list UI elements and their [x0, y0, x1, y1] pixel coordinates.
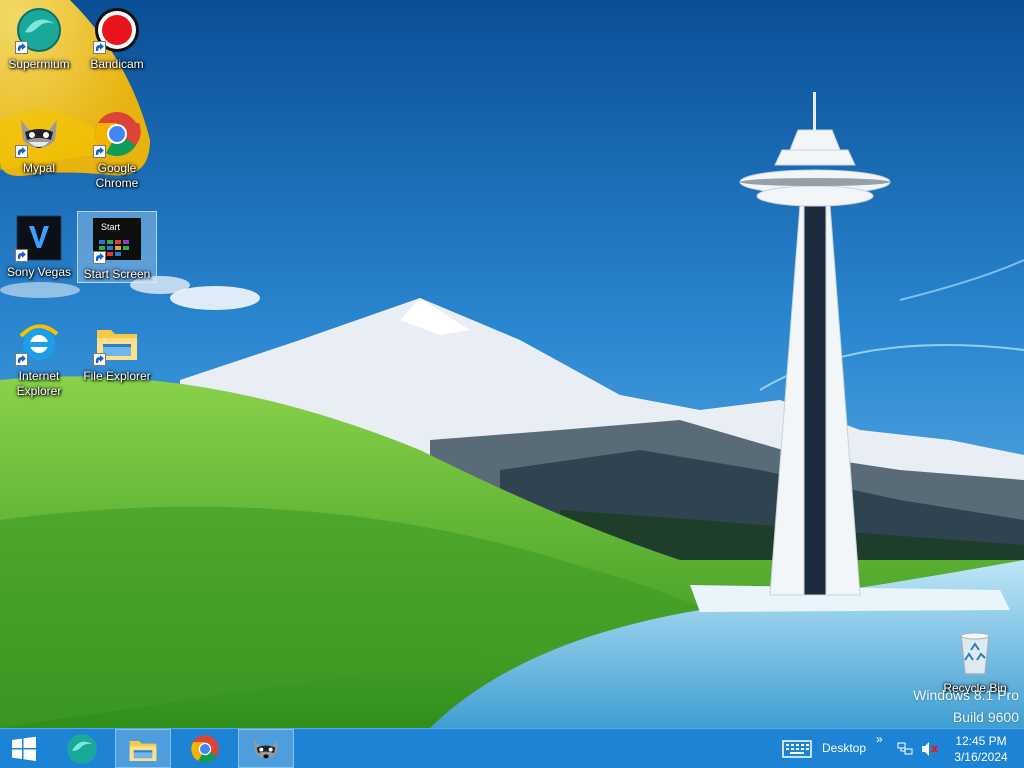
taskbar-clock[interactable]: 12:45 PM 3/16/2024 — [948, 733, 1014, 765]
desktop-icon-label: Bandicam — [90, 57, 144, 71]
desktop-toolbar-label[interactable]: Desktop — [822, 741, 866, 755]
file-explorer-icon — [93, 318, 141, 366]
taskbar: Desktop » 12:45 PM 3/16/2024 — [0, 728, 1024, 768]
windows-version-watermark: Windows 8.1 Pro Build 9600 — [913, 684, 1019, 728]
sony-vegas-icon — [15, 214, 63, 262]
desktop-icon-google-chrome[interactable]: Google Chrome — [78, 104, 156, 204]
shortcut-arrow-icon — [93, 251, 106, 264]
touch-keyboard-button[interactable] — [782, 739, 812, 759]
desktop-icon-label: File Explorer — [83, 369, 151, 383]
desktop-icon-label: Start Screen — [83, 267, 151, 281]
desktop-icon-start-screen[interactable]: Start Start Screen — [77, 211, 157, 283]
desktop-icon-label: Mypal — [22, 161, 55, 175]
start-button[interactable] — [0, 729, 48, 768]
chrome-icon — [93, 110, 141, 158]
file-explorer-icon — [129, 740, 157, 761]
toolbar-overflow-chevron[interactable]: » — [876, 732, 883, 746]
shortcut-arrow-icon — [93, 353, 106, 366]
desktop-icon-bandicam[interactable]: Bandicam — [78, 0, 156, 100]
chrome-icon — [191, 734, 219, 763]
watermark-edition: Windows 8.1 Pro — [913, 687, 1019, 703]
desktop-icon-label: Supermium — [8, 57, 70, 71]
start-screen-icon: Start — [93, 216, 141, 264]
supermium-icon — [15, 6, 63, 54]
desktop-icon-mypal[interactable]: Mypal — [0, 104, 78, 204]
desktop-icon-label: Sony Vegas — [6, 265, 72, 279]
desktop-icon-label: Google Chrome — [95, 161, 139, 190]
desktop-icon-internet-explorer[interactable]: Internet Explorer — [0, 312, 78, 412]
mypal-raccoon-icon — [15, 110, 63, 158]
shortcut-arrow-icon — [93, 145, 106, 158]
supermium-icon — [67, 733, 97, 764]
recycle-bin-icon — [951, 630, 999, 678]
taskbar-supermium[interactable] — [54, 729, 110, 768]
taskbar-mypal[interactable] — [238, 729, 294, 768]
windows-logo-icon — [12, 736, 36, 761]
volume-muted-icon — [922, 742, 938, 756]
shortcut-arrow-icon — [93, 41, 106, 54]
taskbar-chrome[interactable] — [177, 729, 233, 768]
volume-tray-button[interactable] — [921, 741, 939, 757]
internet-explorer-icon — [15, 318, 63, 366]
clock-date: 3/16/2024 — [954, 750, 1008, 764]
start-screen-icon-text: Start — [101, 222, 121, 232]
desktop-icon-label: Internet Explorer — [16, 369, 62, 398]
bandicam-icon — [93, 6, 141, 54]
taskbar-file-explorer[interactable] — [115, 729, 171, 768]
network-tray-button[interactable] — [897, 741, 913, 757]
shortcut-arrow-icon — [15, 145, 28, 158]
touch-keyboard-icon — [782, 740, 812, 758]
watermark-build: Build 9600 — [952, 709, 1019, 725]
shortcut-arrow-icon — [15, 41, 28, 54]
mypal-raccoon-icon — [254, 739, 278, 758]
desktop-icon-file-explorer[interactable]: File Explorer — [78, 312, 156, 412]
desktop-icon-sony-vegas[interactable]: Sony Vegas — [0, 208, 78, 308]
network-icon — [897, 742, 913, 755]
shortcut-arrow-icon — [15, 353, 28, 366]
shortcut-arrow-icon — [15, 249, 28, 262]
clock-time: 12:45 PM — [955, 734, 1007, 748]
desktop-icon-supermium[interactable]: Supermium — [0, 0, 78, 100]
